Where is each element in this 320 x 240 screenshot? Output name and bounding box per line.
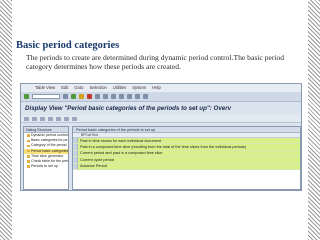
undo-icon[interactable] (56, 116, 61, 121)
print-icon[interactable] (95, 94, 100, 99)
row-text: Past in time shows for each individual d… (80, 138, 162, 143)
row-text: Advance Period (80, 164, 107, 169)
folder-icon (27, 165, 30, 168)
decorative-stripe-right (308, 0, 320, 240)
sap-window: SAP Table View Edit Goto Selection Utili… (20, 83, 302, 191)
select-all-icon[interactable] (64, 116, 69, 121)
cancel-icon[interactable] (87, 94, 92, 99)
slide-title: Basic period categories (16, 40, 120, 51)
slide-description: The periods to create are determined dur… (26, 53, 285, 71)
save-icon[interactable] (63, 94, 68, 99)
standard-toolbar (21, 92, 301, 102)
folder-icon (27, 139, 30, 143)
tree-item-periods-to-set-up[interactable]: Periods to set up (24, 164, 68, 169)
menu-utilities[interactable]: Utilities (113, 84, 127, 92)
folder-icon (27, 149, 30, 153)
deselect-icon[interactable] (72, 116, 77, 121)
delete-icon[interactable] (48, 116, 53, 121)
back-icon[interactable] (71, 94, 76, 99)
tree-item-label: Periods to set up (31, 164, 58, 169)
table-row[interactable]: Advance Period (73, 163, 300, 170)
decorative-stripe-left (0, 0, 12, 240)
exit-icon[interactable] (79, 94, 84, 99)
folder-icon (27, 144, 30, 148)
help-icon[interactable] (143, 94, 148, 99)
menu-help[interactable]: Help (152, 84, 161, 92)
folder-icon (27, 155, 30, 158)
change-display-icon[interactable] (24, 116, 29, 121)
first-page-icon[interactable] (111, 94, 116, 99)
period-categories-table: Period basic categories of the periods t… (72, 126, 301, 190)
menu-system[interactable]: System (132, 84, 146, 92)
find-icon[interactable] (103, 94, 108, 99)
menu-bar: Table View Edit Goto Selection Utilities… (21, 84, 301, 92)
previous-page-icon[interactable] (119, 94, 124, 99)
menu-selection[interactable]: Selection (90, 84, 107, 92)
folder-icon (27, 160, 30, 163)
copy-icon[interactable] (40, 116, 45, 121)
command-field[interactable] (32, 94, 60, 99)
menu-table-view[interactable]: Table View (35, 84, 55, 92)
application-toolbar (21, 115, 301, 123)
dialog-structure-tree: Dialog Structure Dynamic period control … (23, 126, 69, 190)
row-text: Past in a composed time slice (resulting… (80, 145, 247, 150)
screen-title: Display View "Period basic categories of… (21, 103, 301, 115)
new-entries-icon[interactable] (32, 116, 37, 121)
folder-icon (27, 134, 30, 137)
row-text: Current cycle period (80, 157, 114, 162)
last-page-icon[interactable] (135, 94, 140, 99)
menu-goto[interactable]: Goto (74, 84, 83, 92)
next-page-icon[interactable] (127, 94, 132, 99)
row-text: Current period and past in a composed ti… (80, 151, 163, 156)
menu-edit[interactable]: Edit (61, 84, 68, 92)
enter-icon[interactable] (24, 94, 29, 99)
